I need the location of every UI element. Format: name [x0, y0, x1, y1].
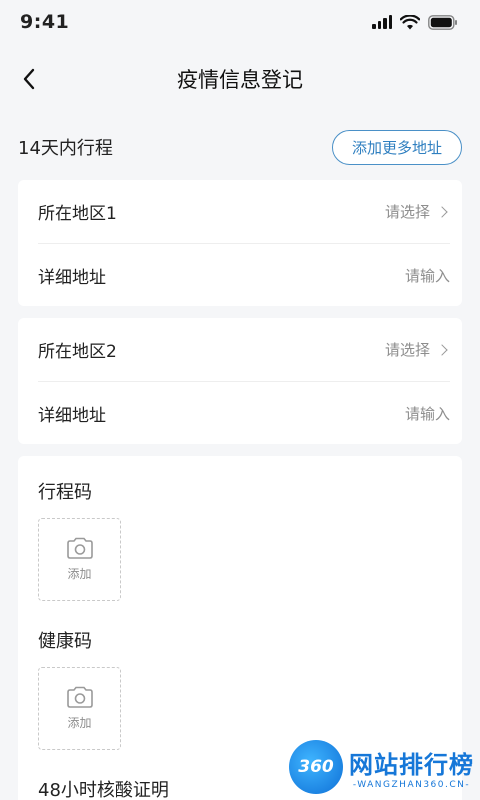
add-label: 添加	[67, 567, 92, 581]
chevron-right-icon	[436, 205, 448, 218]
camera-icon	[66, 686, 93, 708]
camera-icon	[66, 537, 93, 559]
region-label: 所在地区1	[38, 204, 117, 224]
health-code-title: 健康码	[38, 631, 92, 652]
nav-bar: 疫情信息登记	[0, 44, 480, 114]
address-input-1[interactable]: 详细地址 请输入	[38, 243, 450, 306]
back-button[interactable]	[14, 64, 44, 94]
add-label: 添加	[67, 716, 92, 730]
region-label: 所在地区2	[38, 342, 117, 362]
address-placeholder: 请输入	[404, 404, 450, 423]
health-code-upload[interactable]: 添加	[38, 667, 121, 750]
status-time: 9:41	[20, 11, 70, 33]
itinerary-title: 14天内行程	[18, 138, 113, 159]
location-card-2: 所在地区2 请选择 详细地址 请输入	[18, 318, 462, 444]
watermark-logo: 360	[289, 740, 343, 794]
address-placeholder: 请输入	[404, 266, 450, 285]
itinerary-header: 14天内行程 添加更多地址	[0, 114, 480, 180]
status-bar: 9:41	[0, 0, 480, 44]
watermark-text: 网站排行榜 -WANGZHAN360.CN-	[349, 745, 474, 790]
watermark-sub: -WANGZHAN360.CN-	[352, 779, 471, 790]
trip-code-title: 行程码	[38, 482, 92, 503]
status-icons	[372, 14, 458, 30]
back-arrow-icon	[23, 68, 35, 90]
watermark-main: 网站排行榜	[349, 750, 474, 779]
watermark: 360 网站排行榜 -WANGZHAN360.CN-	[289, 740, 474, 794]
region-placeholder: 请选择	[384, 203, 430, 221]
region-select-2[interactable]: 所在地区2 请选择	[38, 318, 450, 381]
trip-code-upload[interactable]: 添加	[38, 518, 121, 601]
address-label: 详细地址	[38, 267, 106, 288]
wifi-icon	[400, 14, 420, 29]
location-card-1: 所在地区1 请选择 详细地址 请输入	[18, 180, 462, 306]
page-title: 疫情信息登记	[177, 68, 303, 92]
add-more-address-button[interactable]: 添加更多地址	[331, 129, 462, 165]
battery-icon	[428, 14, 457, 30]
address-input-2[interactable]: 详细地址 请输入	[38, 381, 450, 444]
region-select-1[interactable]: 所在地区1 请选择	[38, 180, 450, 243]
cellular-signal-icon	[372, 15, 392, 29]
region-value: 请选择	[385, 339, 450, 360]
address-label: 详细地址	[38, 405, 106, 426]
chevron-right-icon	[436, 343, 448, 356]
region-value: 请选择	[385, 201, 450, 222]
region-placeholder: 请选择	[384, 341, 430, 359]
